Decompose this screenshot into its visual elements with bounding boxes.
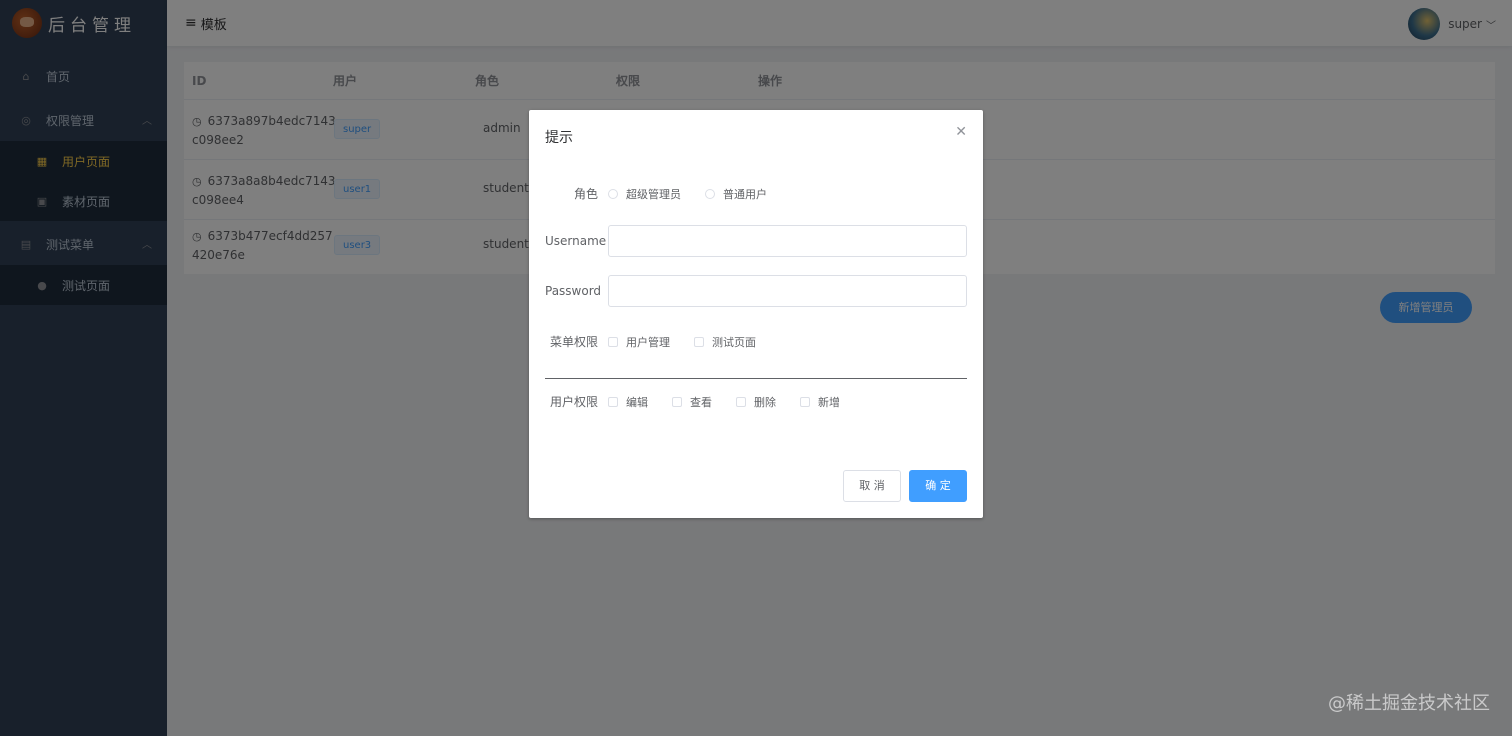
checkbox-label: 测试页面 <box>712 335 756 349</box>
checkbox-box[interactable] <box>608 396 618 407</box>
password-row: Password <box>545 275 967 307</box>
checkbox-label: 编辑 <box>626 395 648 409</box>
user-permission-row: 用户权限 编辑 查看 删除 新增 <box>545 393 967 410</box>
user-perm-add-checkbox[interactable]: 新增 <box>800 394 840 410</box>
dialog-title: 提示 <box>545 130 573 146</box>
radio-label: 超级管理员 <box>626 187 681 201</box>
divider <box>545 378 967 379</box>
radio-label: 普通用户 <box>723 187 767 201</box>
checkbox-box[interactable] <box>672 396 682 407</box>
confirm-button[interactable]: 确 定 <box>909 470 967 502</box>
checkbox-box[interactable] <box>608 336 618 347</box>
menu-permission-row: 菜单权限 用户管理 测试页面 <box>545 333 967 350</box>
user-perm-edit-checkbox[interactable]: 编辑 <box>608 394 648 410</box>
user-perm-delete-checkbox[interactable]: 删除 <box>736 394 776 410</box>
watermark: @稀土掘金技术社区 <box>1328 693 1490 714</box>
menu-perm-test-page-checkbox[interactable]: 测试页面 <box>694 334 756 350</box>
checkbox-box[interactable] <box>800 396 810 407</box>
checkbox-box[interactable] <box>736 396 746 407</box>
checkbox-box[interactable] <box>694 336 704 347</box>
role-radio-normal-user[interactable]: 普通用户 <box>705 186 767 202</box>
username-input[interactable] <box>608 225 967 257</box>
checkbox-label: 查看 <box>690 395 712 409</box>
role-label: 角色 <box>573 187 598 201</box>
checkbox-label: 新增 <box>818 395 840 409</box>
password-input[interactable] <box>608 275 967 307</box>
checkbox-label: 删除 <box>754 395 776 409</box>
username-label: Username <box>545 234 607 248</box>
role-row: 角色 超级管理员 普通用户 <box>545 185 967 202</box>
radio-circle[interactable] <box>705 188 715 199</box>
username-row: Username <box>545 225 967 257</box>
radio-circle[interactable] <box>608 188 618 199</box>
menu-permission-label: 菜单权限 <box>549 335 598 349</box>
checkbox-label: 用户管理 <box>626 335 670 349</box>
close-icon[interactable]: ✕ <box>955 124 967 140</box>
cancel-button[interactable]: 取 消 <box>843 470 901 502</box>
user-permission-label: 用户权限 <box>549 395 598 409</box>
role-radio-super-admin[interactable]: 超级管理员 <box>608 186 681 202</box>
user-perm-view-checkbox[interactable]: 查看 <box>672 394 712 410</box>
edit-dialog: 提示 ✕ 角色 超级管理员 普通用户 Username Password 菜单权… <box>529 110 983 518</box>
menu-perm-user-management-checkbox[interactable]: 用户管理 <box>608 334 670 350</box>
password-label: Password <box>545 284 602 298</box>
